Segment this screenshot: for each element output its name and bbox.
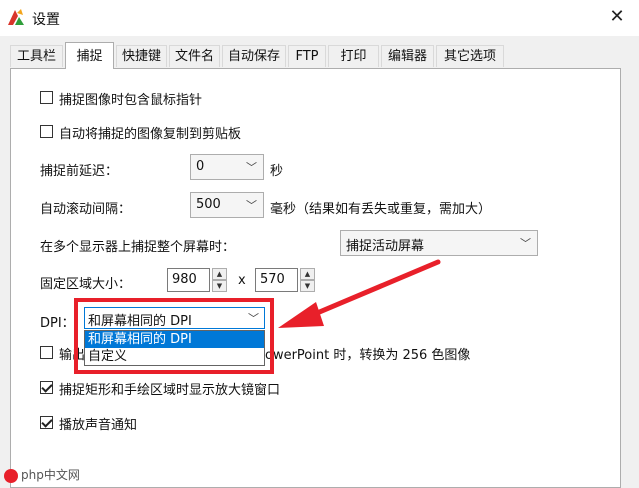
watermark-text: php中文网: [21, 468, 80, 482]
copy-to-clipboard-checkbox[interactable]: [40, 125, 53, 138]
scroll-interval-label: 自动滚动间隔：: [40, 202, 132, 217]
fixed-width-stepper[interactable]: ▲ ▼: [212, 268, 227, 292]
capture-delay-value: 0: [196, 159, 205, 174]
tab-filename[interactable]: 文件名: [169, 45, 220, 67]
chevron-down-icon: ﹀: [248, 312, 259, 325]
tab-toolbar[interactable]: 工具栏: [10, 45, 63, 67]
magnifier-checkbox[interactable]: [40, 381, 53, 394]
tab-editor[interactable]: 编辑器: [381, 45, 434, 67]
capture-delay-unit: 秒: [270, 164, 284, 179]
fixed-area-label: 固定区域大小：: [40, 277, 132, 292]
multi-monitor-label: 在多个显示器上捕捉整个屏幕时：: [40, 240, 236, 255]
dpi-label: DPI：: [40, 316, 75, 331]
tab-ftp[interactable]: FTP: [288, 45, 326, 67]
fixed-width-value: 980: [172, 272, 197, 287]
fixed-width-input[interactable]: 980: [167, 268, 210, 292]
include-cursor-label: 捕捉图像时包含鼠标指针: [59, 93, 203, 108]
times-symbol: x: [238, 273, 246, 288]
watermark-logo-icon: [4, 468, 18, 483]
output-256-label-end: owerPoint 时，转换为 256 色图像: [265, 348, 471, 363]
scroll-interval-value: 500: [196, 197, 221, 212]
window-title: 设置: [32, 12, 60, 28]
scroll-interval-select[interactable]: 500 ﹀: [190, 192, 264, 218]
dpi-select[interactable]: 和屏幕相同的 DPI ﹀: [84, 307, 265, 329]
magnifier-label: 捕捉矩形和手绘区域时显示放大镜窗口: [59, 383, 281, 398]
close-icon[interactable]: ✕: [606, 6, 628, 28]
dpi-selected-value: 和屏幕相同的 DPI: [88, 314, 192, 329]
chevron-down-icon: ﹀: [246, 161, 257, 174]
include-cursor-checkbox[interactable]: [40, 91, 53, 104]
chevron-down-icon: ﹀: [520, 237, 531, 250]
sound-notification-checkbox[interactable]: [40, 416, 53, 429]
title-bar: [0, 0, 639, 36]
dpi-option-custom[interactable]: 自定义: [85, 348, 264, 365]
copy-to-clipboard-label: 自动将捕捉的图像复制到剪贴板: [59, 127, 242, 142]
sound-notification-label: 播放声音通知: [59, 418, 138, 433]
stepper-down-icon[interactable]: ▼: [212, 280, 227, 292]
scroll-interval-unit: 毫秒（结果如有丢失或重复，需加大）: [270, 202, 492, 217]
tab-autosave[interactable]: 自动保存: [222, 45, 286, 67]
tab-print[interactable]: 打印: [328, 45, 379, 67]
chevron-down-icon: ﹀: [246, 199, 257, 212]
stepper-up-icon[interactable]: ▲: [212, 268, 227, 280]
tab-capture[interactable]: 捕捉: [65, 42, 114, 69]
capture-delay-select[interactable]: 0 ﹀: [190, 154, 264, 180]
output-256-checkbox[interactable]: [40, 346, 53, 359]
annotation-arrow-icon: [278, 259, 441, 328]
tab-shortcuts[interactable]: 快捷键: [116, 45, 167, 67]
dpi-dropdown-list: 和屏幕相同的 DPI 自定义: [84, 330, 265, 366]
capture-delay-label: 捕捉前延迟：: [40, 164, 119, 179]
dpi-option-same-as-screen[interactable]: 和屏幕相同的 DPI: [85, 331, 264, 348]
watermark: php中文网: [4, 466, 80, 483]
app-logo-icon: [8, 9, 24, 25]
tab-other-options[interactable]: 其它选项: [436, 45, 504, 67]
